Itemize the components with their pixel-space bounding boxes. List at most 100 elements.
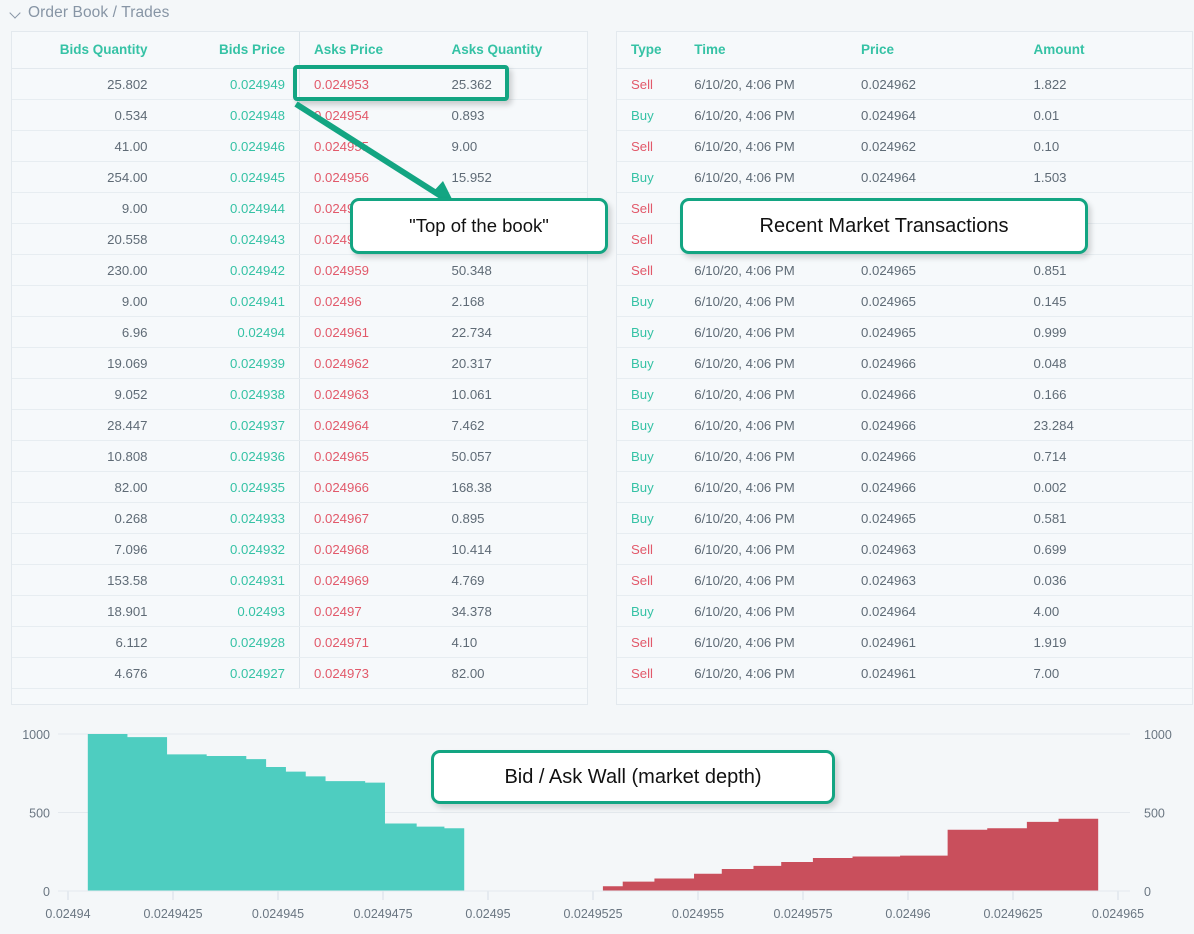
col-bids-quantity[interactable]: Bids Quantity: [12, 32, 162, 69]
table-row[interactable]: Buy 6/10/20, 4:06 PM 0.024966 0.048: [617, 347, 1192, 379]
cell-trade-amount: 0.10: [1019, 130, 1192, 162]
table-row[interactable]: 9.00 0.024941 0.02496 2.168: [12, 285, 587, 317]
table-row[interactable]: Buy 6/10/20, 4:06 PM 0.024966 23.284: [617, 409, 1192, 441]
cell-trade-time: 6/10/20, 4:06 PM: [680, 99, 847, 131]
col-amount[interactable]: Amount: [1019, 32, 1192, 69]
cell-trade-price: 0.024966: [847, 347, 1020, 379]
cell-trade-amount: 0.036: [1019, 564, 1192, 596]
cell-trade-type: Buy: [617, 471, 681, 503]
table-row[interactable]: 7.096 0.024932 0.024968 10.414: [12, 533, 587, 565]
market-depth-chart: 0.02494 0.0249425 0.024945 0.0249475 0.02495…: [22, 728, 1172, 921]
cell-trade-price: 0.024964: [847, 595, 1020, 627]
y-axis-left-labels: 1000 500 0: [22, 728, 50, 899]
cell-bid-price: 0.024949: [161, 68, 300, 100]
cell-trade-time: 6/10/20, 4:06 PM: [680, 657, 847, 689]
cell-trade-type: Buy: [617, 347, 681, 379]
cell-ask-quantity: 168.38: [437, 471, 587, 503]
cell-trade-time: 6/10/20, 4:06 PM: [680, 316, 847, 348]
cell-bid-price: 0.024928: [161, 626, 300, 658]
svg-text:0.0249625: 0.0249625: [983, 907, 1042, 921]
col-time[interactable]: Time: [680, 32, 847, 69]
col-type[interactable]: Type: [617, 32, 681, 69]
table-row[interactable]: Sell 6/10/20, 4:06 PM 0.024962 0.10: [617, 130, 1192, 162]
table-row[interactable]: 9.052 0.024938 0.024963 10.061: [12, 378, 587, 410]
cell-trade-amount: 0.714: [1019, 440, 1192, 472]
cell-trade-type: Sell: [617, 223, 681, 255]
table-row[interactable]: Buy 6/10/20, 4:06 PM 0.024965 0.581: [617, 502, 1192, 534]
cell-trade-time: 6/10/20, 4:06 PM: [680, 502, 847, 534]
table-row[interactable]: 82.00 0.024935 0.024966 168.38: [12, 471, 587, 503]
svg-text:500: 500: [1144, 807, 1165, 821]
svg-text:0.0249575: 0.0249575: [773, 907, 832, 921]
cell-trade-type: Sell: [617, 564, 681, 596]
table-row[interactable]: Sell 6/10/20, 4:06 PM 0.024961 7.00: [617, 657, 1192, 689]
cell-trade-type: Buy: [617, 409, 681, 441]
cell-bid-quantity: 6.112: [12, 626, 162, 658]
cell-bid-quantity: 20.558: [12, 223, 162, 255]
trades-header: Type Time Price Amount: [617, 32, 1192, 69]
col-bids-price[interactable]: Bids Price: [161, 32, 300, 69]
svg-text:0: 0: [43, 885, 50, 899]
cell-trade-price: 0.024966: [847, 440, 1020, 472]
table-row[interactable]: Buy 6/10/20, 4:06 PM 0.024966 0.002: [617, 471, 1192, 503]
table-row[interactable]: Sell 6/10/20, 4:06 PM 0.024961 1.919: [617, 626, 1192, 658]
cell-trade-price: 0.024965: [847, 285, 1020, 317]
cell-ask-quantity: 0.895: [437, 502, 587, 534]
svg-text:0.02496: 0.02496: [885, 907, 930, 921]
cell-bid-quantity: 82.00: [12, 471, 162, 503]
cell-trade-price: 0.024964: [847, 99, 1020, 131]
cell-trade-price: 0.024966: [847, 409, 1020, 441]
cell-trade-type: Sell: [617, 68, 681, 100]
table-row[interactable]: 4.676 0.024927 0.024973 82.00: [12, 657, 587, 689]
table-row[interactable]: Buy 6/10/20, 4:06 PM 0.024965 0.145: [617, 285, 1192, 317]
cell-ask-price: 0.02496: [299, 285, 438, 317]
table-row[interactable]: 10.808 0.024936 0.024965 50.057: [12, 440, 587, 472]
cell-bid-price: 0.024936: [161, 440, 300, 472]
cell-trade-price: 0.024963: [847, 533, 1020, 565]
table-row[interactable]: Buy 6/10/20, 4:06 PM 0.024964 0.01: [617, 99, 1192, 131]
cell-trade-type: Sell: [617, 192, 681, 224]
cell-ask-price: 0.024961: [299, 316, 438, 348]
cell-trade-type: Buy: [617, 285, 681, 317]
trades-body: Sell 6/10/20, 4:06 PM 0.024962 1.822 Buy 6/10…: [617, 68, 1192, 689]
cell-trade-amount: 1.919: [1019, 626, 1192, 658]
cell-bid-quantity: 41.00: [12, 130, 162, 162]
cell-ask-quantity: 50.057: [437, 440, 587, 472]
table-row[interactable]: Buy 6/10/20, 4:06 PM 0.024964 4.00: [617, 595, 1192, 627]
cell-trade-price: 0.024962: [847, 68, 1020, 100]
table-row[interactable]: 153.58 0.024931 0.024969 4.769: [12, 564, 587, 596]
table-row[interactable]: Buy 6/10/20, 4:06 PM 0.024964 1.503: [617, 161, 1192, 193]
cell-ask-price: 0.024973: [299, 657, 438, 689]
table-row[interactable]: Buy 6/10/20, 4:06 PM 0.024966 0.714: [617, 440, 1192, 472]
table-row[interactable]: 6.96 0.02494 0.024961 22.734: [12, 316, 587, 348]
table-row[interactable]: 28.447 0.024937 0.024964 7.462: [12, 409, 587, 441]
table-row[interactable]: 19.069 0.024939 0.024962 20.317: [12, 347, 587, 379]
chevron-down-icon[interactable]: [10, 8, 21, 19]
table-row[interactable]: 18.901 0.02493 0.02497 34.378: [12, 595, 587, 627]
cell-bid-quantity: 0.268: [12, 502, 162, 534]
cell-trade-price: 0.024965: [847, 254, 1020, 286]
cell-bid-price: 0.024935: [161, 471, 300, 503]
cell-ask-price: 0.024962: [299, 347, 438, 379]
table-row[interactable]: Sell 6/10/20, 4:06 PM 0.024963 0.699: [617, 533, 1192, 565]
cell-bid-quantity: 7.096: [12, 533, 162, 565]
table-row[interactable]: 6.112 0.024928 0.024971 4.10: [12, 626, 587, 658]
table-row[interactable]: Sell 6/10/20, 4:06 PM 0.024963 0.036: [617, 564, 1192, 596]
svg-text:500: 500: [29, 807, 50, 821]
col-price[interactable]: Price: [847, 32, 1020, 69]
callout-recent-transactions: Recent Market Transactions: [680, 198, 1088, 254]
cell-bid-quantity: 18.901: [12, 595, 162, 627]
cell-trade-time: 6/10/20, 4:06 PM: [680, 161, 847, 193]
table-row[interactable]: Sell 6/10/20, 4:06 PM 0.024965 0.851: [617, 254, 1192, 286]
order-book-trades-page: Order Book / Trades Bids Quantity Bids P…: [0, 0, 1194, 934]
cell-trade-amount: 0.851: [1019, 254, 1192, 286]
cell-trade-amount: 0.145: [1019, 285, 1192, 317]
table-row[interactable]: Buy 6/10/20, 4:06 PM 0.024966 0.166: [617, 378, 1192, 410]
table-row[interactable]: Buy 6/10/20, 4:06 PM 0.024965 0.999: [617, 316, 1192, 348]
table-row[interactable]: Sell 6/10/20, 4:06 PM 0.024962 1.822: [617, 68, 1192, 100]
table-header-row: Type Time Price Amount: [617, 32, 1192, 69]
callout-market-depth-label: Bid / Ask Wall (market depth): [504, 765, 762, 788]
table-row[interactable]: 0.268 0.024933 0.024967 0.895: [12, 502, 587, 534]
panel-header[interactable]: Order Book / Trades: [10, 0, 169, 26]
table-row[interactable]: 230.00 0.024942 0.024959 50.348: [12, 254, 587, 286]
